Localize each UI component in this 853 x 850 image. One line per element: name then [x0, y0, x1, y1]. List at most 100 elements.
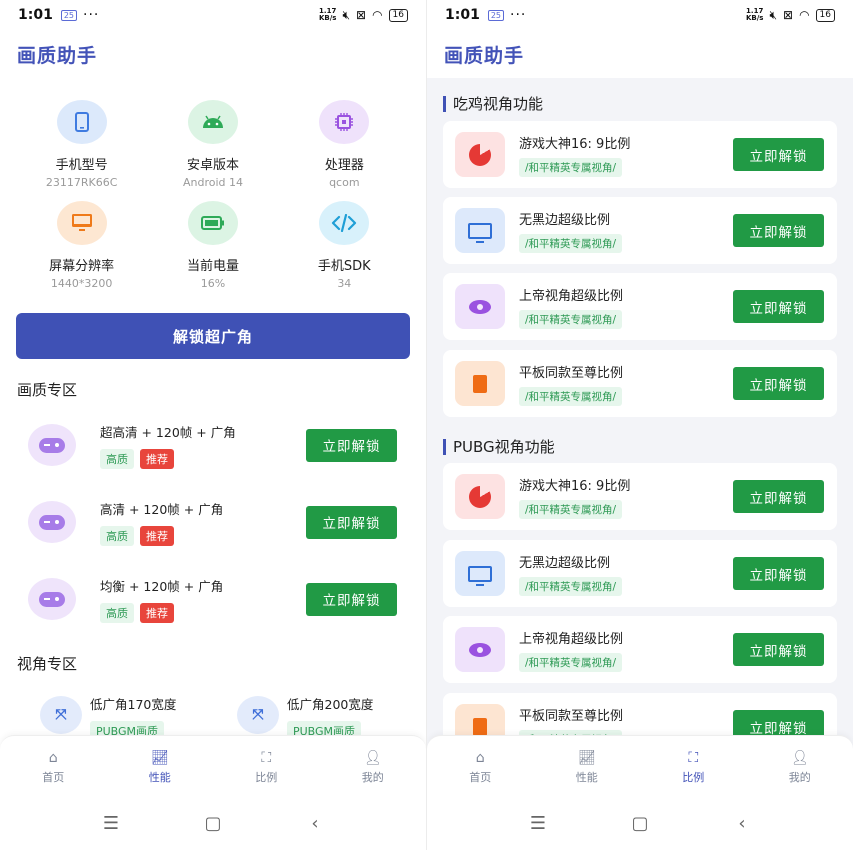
back-icon[interactable]: ‹ — [730, 813, 754, 834]
ratio-card: 游戏大神16: 9比例/和平精英专属视角/ 立即解锁 — [443, 121, 837, 188]
bottom-nav: ⌂ 首页 📈︎ 性能 ⛶ 比例 👤︎ 我的 — [427, 735, 853, 797]
no-sim-icon: ⊠ — [783, 8, 794, 22]
status-bar: 1:01 25 ··· 1.17 KB/s 🔇︎ ⊠ ◠ 16 — [0, 0, 426, 30]
network-speed: 1.17 KB/s — [318, 7, 337, 22]
unlock-button[interactable]: 立即解锁 — [306, 428, 397, 462]
ratio-icon: ⛶ — [261, 749, 272, 766]
notification-icon: 25 — [60, 9, 78, 21]
unlock-button[interactable]: 立即解锁 — [733, 367, 824, 400]
ratio-screen: 1:01 25 ··· 1.17 KB/s 🔇︎ ⊠ ◠ 16 画质助手 吃鸡视… — [427, 0, 853, 850]
tablet-icon — [455, 361, 505, 406]
system-nav: ☰ ▢ ‹ — [427, 797, 853, 850]
info-processor: 处理器 qcom — [279, 100, 410, 189]
quality-row-balanced: 均衡 + 120帧 + 广角 高质 推荐 立即解锁 — [16, 567, 410, 631]
ratio-card: 游戏大神16: 9比例/和平精英专属视角/ 立即解锁 — [443, 463, 837, 530]
pacman-icon — [455, 474, 505, 519]
status-bar: 1:01 25 ··· 1.17 KB/s 🔇︎ ⊠ ◠ 16 — [427, 0, 853, 30]
section-pubg: PUBG视角功能 — [443, 436, 555, 457]
back-icon[interactable]: ‹ — [303, 813, 327, 834]
user-icon: 👤︎ — [363, 749, 382, 766]
menu-icon[interactable]: ☰ — [526, 813, 550, 834]
home-icon: ⌂ — [475, 749, 485, 766]
home-square-icon[interactable]: ▢ — [201, 813, 225, 834]
ratio-icon: ⛶ — [688, 749, 699, 766]
mute-icon: 🔇︎ — [342, 7, 350, 22]
system-nav: ☰ ▢ ‹ — [0, 797, 426, 850]
ratio-card: 无黑边超级比例/和平精英专属视角/ 立即解锁 — [443, 540, 837, 607]
unlock-button[interactable]: 立即解锁 — [306, 505, 397, 539]
nav-mine[interactable]: 👤︎ 我的 — [320, 736, 427, 797]
phone-icon — [56, 100, 107, 144]
unlock-button[interactable]: 立即解锁 — [733, 557, 824, 590]
unlock-button[interactable]: 立即解锁 — [733, 214, 824, 247]
quality-row-hd: 高清 + 120帧 + 广角 高质 推荐 立即解锁 — [16, 490, 410, 554]
info-phone-model: 手机型号 23117RK66C — [16, 100, 147, 189]
more-notifications-icon: ··· — [83, 7, 100, 23]
quality-row-ultra: 超高清 + 120帧 + 广角 高质 推荐 立即解锁 — [16, 413, 410, 477]
gamepad-icon — [28, 578, 76, 620]
nav-ratio[interactable]: ⛶ 比例 — [640, 736, 747, 797]
app-title: 画质助手 — [17, 44, 98, 67]
wifi-icon: ◠ — [372, 8, 383, 22]
gamepad-icon — [28, 424, 76, 466]
monitor-icon — [56, 201, 107, 245]
unlock-button[interactable]: 立即解锁 — [733, 633, 824, 666]
device-info-grid: 手机型号 23117RK66C 安卓版本 Android 14 处理器 qcom… — [16, 100, 410, 290]
ratio-card: 上帝视角超级比例/和平精英专属视角/ 立即解锁 — [443, 273, 837, 340]
bottom-nav: ⌂ 首页 📈︎ 性能 ⛶ 比例 👤︎ 我的 — [0, 735, 426, 797]
nav-performance[interactable]: 📈︎ 性能 — [534, 736, 641, 797]
info-battery: 当前电量 16% — [147, 201, 278, 290]
chip-icon — [319, 100, 370, 144]
section-pubg-mobile-cn: 吃鸡视角功能 — [443, 93, 543, 114]
tag-high-quality: 高质 — [100, 448, 134, 469]
eye-icon — [455, 284, 505, 329]
tag-recommended: 推荐 — [140, 602, 174, 623]
quality-section-title: 画质专区 — [17, 381, 78, 399]
monitor-icon — [455, 551, 505, 596]
home-square-icon[interactable]: ▢ — [628, 813, 652, 834]
eye-icon — [455, 627, 505, 672]
home-screen: 1:01 25 ··· 1.17 KB/s 🔇︎ ⊠ ◠ 16 画质助手 手机型… — [0, 0, 426, 850]
expand-icon: ⤧ — [237, 696, 279, 734]
nav-performance[interactable]: 📈︎ 性能 — [107, 736, 214, 797]
nav-home[interactable]: ⌂ 首页 — [0, 736, 107, 797]
user-icon: 👤︎ — [790, 749, 809, 766]
unlock-button[interactable]: 立即解锁 — [733, 290, 824, 323]
chart-icon: 📈︎ — [150, 749, 169, 766]
tag-high-quality: 高质 — [100, 525, 134, 546]
fov-list: ⤧ 低广角170宽度 PUBGM画质 ⤧ 低广角200宽度 PUBGM画质 — [16, 690, 410, 741]
nav-home[interactable]: ⌂ 首页 — [427, 736, 534, 797]
menu-icon[interactable]: ☰ — [99, 813, 123, 834]
app-header: 画质助手 — [0, 30, 426, 78]
tag-high-quality: 高质 — [100, 602, 134, 623]
fov-item-170[interactable]: ⤧ 低广角170宽度 PUBGM画质 — [16, 690, 213, 741]
mute-icon: 🔇︎ — [769, 7, 777, 22]
info-android-version: 安卓版本 Android 14 — [147, 100, 278, 189]
more-notifications-icon: ··· — [510, 7, 527, 23]
info-sdk: 手机SDK 34 — [279, 201, 410, 290]
status-time: 1:01 — [445, 7, 480, 23]
unlock-button[interactable]: 立即解锁 — [733, 138, 824, 171]
no-sim-icon: ⊠ — [356, 8, 367, 22]
tag-recommended: 推荐 — [140, 525, 174, 546]
code-icon — [319, 201, 370, 245]
monitor-icon — [455, 208, 505, 253]
nav-ratio[interactable]: ⛶ 比例 — [213, 736, 320, 797]
pacman-icon — [455, 132, 505, 177]
nav-mine[interactable]: 👤︎ 我的 — [747, 736, 853, 797]
app-header: 画质助手 — [427, 30, 853, 78]
expand-icon: ⤧ — [40, 696, 82, 734]
tag-recommended: 推荐 — [140, 448, 174, 469]
battery-icon: 16 — [388, 8, 408, 22]
battery-icon: 16 — [815, 8, 835, 22]
unlock-button[interactable]: 立即解锁 — [733, 480, 824, 513]
status-time: 1:01 — [18, 7, 53, 23]
info-resolution: 屏幕分辨率 1440*3200 — [16, 201, 147, 290]
ratio-card: 平板同款至尊比例/和平精英专属视角/ 立即解锁 — [443, 350, 837, 417]
unlock-button[interactable]: 立即解锁 — [306, 582, 397, 616]
unlock-wide-angle-button[interactable]: 解锁超广角 — [16, 313, 410, 359]
fov-item-200[interactable]: ⤧ 低广角200宽度 PUBGM画质 — [213, 690, 410, 741]
app-title: 画质助手 — [444, 44, 525, 67]
battery-icon — [187, 201, 238, 245]
home-icon: ⌂ — [48, 749, 58, 766]
